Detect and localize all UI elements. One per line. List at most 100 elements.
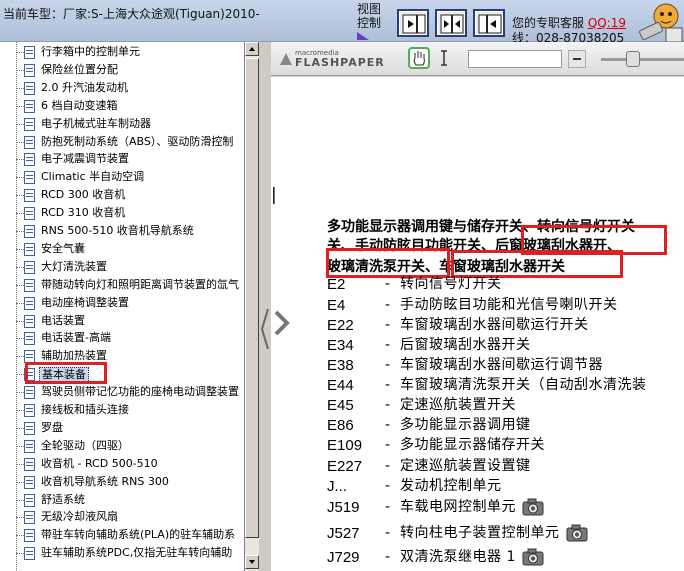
component-code: J527 [327,525,360,542]
tree-item[interactable]: 保险丝位置分配 [0,62,245,79]
camera-icon[interactable] [566,524,588,542]
component-code: E38 [327,357,354,374]
component-code: J519 [327,499,360,516]
tree-item[interactable]: 电子减震调节装置 [0,151,245,168]
component-description-text: 定速巡航装置开关 [400,397,516,413]
tree-branch-line [16,553,24,555]
tree-scrollbar[interactable] [245,42,259,571]
view-both-panels-button[interactable] [435,9,467,37]
highlight-windshield-wiper [451,250,623,278]
collapse-left-icon [402,14,426,34]
tree-item[interactable]: 防抱死制动系统（ABS）、驱动防滑控制 [0,134,245,151]
top-bar: 当前车型：厂家:S-上海大众途观(Tiguan)2010- 视图控制 您的专职客… [0,0,684,45]
tree-branch-line [16,123,24,125]
tree-item[interactable]: 驻车辅助系统PDC,仅指无驻车转向辅助 [0,545,245,562]
scroll-thumb[interactable] [245,58,259,538]
tree-item[interactable]: 电话装置 [0,313,245,330]
component-description: 后窗玻璃刮水器开关 [400,336,531,355]
scroll-up-button[interactable] [245,42,259,56]
tree-item[interactable]: 无级冷却液风扇 [0,509,245,526]
document-icon [24,171,35,185]
component-description-text: 转向信号灯开关 [400,276,502,292]
hand-tool-button[interactable] [408,47,430,69]
tree-item[interactable]: Climatic 半自动空调 [0,169,245,186]
tree-item[interactable]: 行李箱中的控制单元 [0,44,245,61]
document-icon [24,99,35,113]
scroll-down-button[interactable] [245,555,259,569]
row-separator: - [385,458,391,474]
collapse-arrow-icon[interactable] [261,309,269,349]
document-icon [24,81,35,95]
collapse-right-icon [478,14,502,34]
tree-branch-line [16,248,24,250]
document-icon [24,421,35,435]
page-prev-arrow[interactable] [273,310,291,339]
tree-item[interactable]: 驾驶员侧带记忆功能的座椅电动调整装置 [0,384,245,401]
tree-branch-line [16,356,24,358]
tree-item-label: 全轮驱动（四驱） [41,438,129,452]
tree-item-label: 接线板和插头连接 [41,403,129,416]
tree-item[interactable]: 2.0 升汽油发动机 [0,80,245,97]
tree-item[interactable]: 接线板和插头连接 [0,402,245,419]
search-input[interactable] [468,50,562,68]
hand-icon [413,51,425,66]
component-description-text: 车窗玻璃清洗泵开关（自动刮水清洗装 [400,377,647,393]
tree-item[interactable]: 6 档自动变速箱 [0,98,245,115]
chevron-right-icon [274,310,290,336]
qq-link[interactable]: QQ:19 [588,16,626,30]
document-icon [24,117,35,131]
view-control-label: 视图控制 [357,2,382,30]
tree-item[interactable]: 舒适系统 [0,492,245,509]
panel-splitter[interactable] [259,42,271,571]
tree-item-label: 收音机导航系统 RNS 300 [41,474,169,488]
zoom-slider-knob[interactable] [626,51,640,67]
flashpaper-toolbar: macromedia FLASHPAPER [271,42,684,76]
tree-item-label: 罗盘 [41,420,63,434]
component-description: 车窗玻璃刮水器间歇运行开关 [400,316,589,335]
tree-item[interactable]: 收音机 - RCD 500-510 [0,456,245,473]
row-separator: - [385,525,391,541]
zoom-out-button[interactable] [568,50,586,68]
current-car-model: 当前车型：厂家:S-上海大众途观(Tiguan)2010- [3,7,260,21]
tree-item[interactable]: 带驻车转向辅助系统(PLA)的驻车辅助系 [0,527,245,544]
document-icon [24,386,35,400]
component-description-text: 车窗玻璃刮水器间歇运行开关 [400,317,589,333]
component-description: 车窗玻璃清洗泵开关（自动刮水清洗装 [400,376,647,395]
tree-item[interactable]: 收音机导航系统 RNS 300 [0,474,245,491]
zoom-slider-track[interactable] [601,58,684,61]
camera-icon[interactable] [522,498,544,516]
text-select-tool[interactable] [439,50,449,70]
component-code: E227 [327,458,363,475]
tree-item[interactable]: RNS 500-510 收音机导航系统 [0,223,245,240]
component-description-text: 转向柱电子装置控制单元 [400,525,560,541]
component-code: E45 [327,397,354,414]
tree-branch-line [16,392,24,394]
tree-branch-line [16,69,24,71]
tree-item[interactable]: 电话装置-高端 [0,330,245,347]
tree-item[interactable]: 罗盘 [0,420,245,437]
tree-branch-line [16,141,24,143]
camera-icon[interactable] [522,548,544,566]
tree-branch-line [16,535,24,537]
tree-item[interactable]: 带随动转向灯和照明距离调节装置的氙气 [0,277,245,294]
tree-item[interactable]: 全轮驱动（四驱） [0,438,245,455]
tree-item[interactable]: 安全气囊 [0,241,245,258]
tree-item[interactable]: 电动座椅调整装置 [0,295,245,312]
tree-item[interactable]: RCD 300 收音机 [0,187,245,204]
view-right-panel-button[interactable] [473,9,505,37]
tree-item[interactable]: 大灯清洗装置 [0,259,245,276]
view-left-panel-button[interactable] [397,9,429,37]
tree-branch-line [16,481,24,483]
component-description: 多功能显示器储存开关 [400,436,545,455]
document-icon [24,135,35,149]
tree-item-label: 行李箱中的控制单元 [41,45,140,58]
tree-item-label: 舒适系统 [41,492,85,506]
component-code: E86 [327,417,354,434]
tree-item-label: 电动座椅调整装置 [41,295,129,309]
tree-branch-line [16,231,24,232]
document-icon [24,225,35,238]
tree-item[interactable]: RCD 310 收音机 [0,205,245,222]
tree-item-label: 驻车辅助系统PDC,仅指无驻车转向辅助 [41,546,233,560]
tree-item[interactable]: 电子机械式驻车制动器 [0,116,245,133]
tree-item-label: 无级冷却液风扇 [41,510,118,524]
